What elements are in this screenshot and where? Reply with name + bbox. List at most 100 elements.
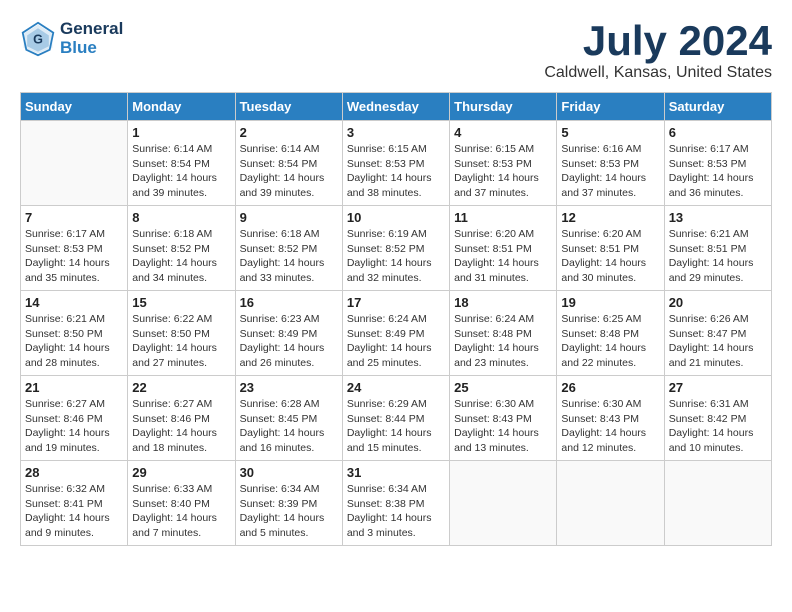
calendar-cell: 5 Sunrise: 6:16 AM Sunset: 8:53 PM Daylig…: [557, 121, 664, 206]
day-info: Sunrise: 6:14 AM Sunset: 8:54 PM Dayligh…: [132, 142, 230, 201]
weekday-header-tuesday: Tuesday: [235, 93, 342, 121]
day-number: 14: [25, 295, 123, 310]
calendar-cell: 3Sunrise: 6:15 AM Sunset: 8:53 PM Daylig…: [342, 121, 449, 206]
day-info: Sunrise: 6:34 AM Sunset: 8:39 PM Dayligh…: [240, 482, 338, 541]
calendar-cell: 18 Sunrise: 6:24 AM Sunset: 8:48 PM Dayli…: [450, 291, 557, 376]
week-row-5: 28 Sunrise: 6:32 AM Sunset: 8:41 PM Dayli…: [21, 461, 772, 546]
day-info: Sunrise: 6:33 AM Sunset: 8:40 PM Dayligh…: [132, 482, 230, 541]
day-info: Sunrise: 6:17 AM Sunset: 8:53 PM Dayligh…: [25, 227, 123, 286]
day-info: Sunrise: 6:26 AM Sunset: 8:47 PM Dayligh…: [669, 312, 767, 371]
day-info: Sunrise: 6:18 AM Sunset: 8:52 PM Dayligh…: [240, 227, 338, 286]
calendar-cell: 27 Sunrise: 6:31 AM Sunset: 8:42 PM Dayli…: [664, 376, 771, 461]
calendar-cell: 23 Sunrise: 6:28 AM Sunset: 8:45 PM Dayli…: [235, 376, 342, 461]
calendar-cell: 20Sunrise: 6:26 AM Sunset: 8:47 PM Dayli…: [664, 291, 771, 376]
logo-icon: G: [20, 21, 56, 57]
day-number: 25: [454, 380, 552, 395]
calendar-cell: 22Sunrise: 6:27 AM Sunset: 8:46 PM Dayli…: [128, 376, 235, 461]
day-info: Sunrise: 6:34 AM Sunset: 8:38 PM Dayligh…: [347, 482, 445, 541]
calendar-cell: 17 Sunrise: 6:24 AM Sunset: 8:49 PM Dayli…: [342, 291, 449, 376]
calendar-cell: 29Sunrise: 6:33 AM Sunset: 8:40 PM Dayli…: [128, 461, 235, 546]
month-title: July 2024: [544, 20, 772, 62]
day-number: 22: [132, 380, 230, 395]
calendar-cell: 1Sunrise: 6:14 AM Sunset: 8:54 PM Daylig…: [128, 121, 235, 206]
weekday-header-wednesday: Wednesday: [342, 93, 449, 121]
day-info: Sunrise: 6:24 AM Sunset: 8:49 PM Dayligh…: [347, 312, 445, 371]
calendar-cell: 12 Sunrise: 6:20 AM Sunset: 8:51 PM Dayli…: [557, 206, 664, 291]
calendar-cell: 8Sunrise: 6:18 AM Sunset: 8:52 PM Daylig…: [128, 206, 235, 291]
day-number: 2: [240, 125, 338, 140]
day-number: 12: [561, 210, 659, 225]
title-block: July 2024 Caldwell, Kansas, United State…: [544, 20, 772, 82]
day-info: Sunrise: 6:20 AM Sunset: 8:51 PM Dayligh…: [561, 227, 659, 286]
calendar-cell: 28 Sunrise: 6:32 AM Sunset: 8:41 PM Dayli…: [21, 461, 128, 546]
calendar-cell: 19 Sunrise: 6:25 AM Sunset: 8:48 PM Dayli…: [557, 291, 664, 376]
calendar-cell: 30 Sunrise: 6:34 AM Sunset: 8:39 PM Dayli…: [235, 461, 342, 546]
day-info: Sunrise: 6:32 AM Sunset: 8:41 PM Dayligh…: [25, 482, 123, 541]
weekday-header-thursday: Thursday: [450, 93, 557, 121]
week-row-2: 7 Sunrise: 6:17 AM Sunset: 8:53 PM Daylig…: [21, 206, 772, 291]
week-row-3: 14 Sunrise: 6:21 AM Sunset: 8:50 PM Dayli…: [21, 291, 772, 376]
day-info: Sunrise: 6:30 AM Sunset: 8:43 PM Dayligh…: [561, 397, 659, 456]
day-number: 16: [240, 295, 338, 310]
calendar-table: SundayMondayTuesdayWednesdayThursdayFrid…: [20, 92, 772, 546]
day-number: 27: [669, 380, 767, 395]
day-info: Sunrise: 6:25 AM Sunset: 8:48 PM Dayligh…: [561, 312, 659, 371]
day-number: 24: [347, 380, 445, 395]
weekday-header-monday: Monday: [128, 93, 235, 121]
weekday-header-sunday: Sunday: [21, 93, 128, 121]
day-number: 18: [454, 295, 552, 310]
day-info: Sunrise: 6:17 AM Sunset: 8:53 PM Dayligh…: [669, 142, 767, 201]
logo: G General Blue: [20, 20, 123, 57]
calendar-cell: 10 Sunrise: 6:19 AM Sunset: 8:52 PM Dayli…: [342, 206, 449, 291]
day-info: Sunrise: 6:22 AM Sunset: 8:50 PM Dayligh…: [132, 312, 230, 371]
day-info: Sunrise: 6:15 AM Sunset: 8:53 PM Dayligh…: [454, 142, 552, 201]
week-row-1: 1Sunrise: 6:14 AM Sunset: 8:54 PM Daylig…: [21, 121, 772, 206]
day-number: 6: [669, 125, 767, 140]
day-info: Sunrise: 6:20 AM Sunset: 8:51 PM Dayligh…: [454, 227, 552, 286]
svg-text:G: G: [33, 32, 43, 46]
day-number: 4: [454, 125, 552, 140]
day-info: Sunrise: 6:28 AM Sunset: 8:45 PM Dayligh…: [240, 397, 338, 456]
day-number: 15: [132, 295, 230, 310]
calendar-cell: 25Sunrise: 6:30 AM Sunset: 8:43 PM Dayli…: [450, 376, 557, 461]
calendar-cell: [21, 121, 128, 206]
day-number: 23: [240, 380, 338, 395]
calendar-cell: 7 Sunrise: 6:17 AM Sunset: 8:53 PM Daylig…: [21, 206, 128, 291]
calendar-cell: [557, 461, 664, 546]
calendar-cell: 4 Sunrise: 6:15 AM Sunset: 8:53 PM Daylig…: [450, 121, 557, 206]
day-number: 19: [561, 295, 659, 310]
day-info: Sunrise: 6:16 AM Sunset: 8:53 PM Dayligh…: [561, 142, 659, 201]
logo-text: General Blue: [60, 20, 123, 57]
calendar-cell: 21 Sunrise: 6:27 AM Sunset: 8:46 PM Dayli…: [21, 376, 128, 461]
page-header: G General Blue July 2024 Caldwell, Kansa…: [20, 20, 772, 82]
calendar-cell: 15 Sunrise: 6:22 AM Sunset: 8:50 PM Dayli…: [128, 291, 235, 376]
calendar-cell: 16 Sunrise: 6:23 AM Sunset: 8:49 PM Dayli…: [235, 291, 342, 376]
day-number: 26: [561, 380, 659, 395]
day-number: 30: [240, 465, 338, 480]
day-number: 28: [25, 465, 123, 480]
day-info: Sunrise: 6:21 AM Sunset: 8:51 PM Dayligh…: [669, 227, 767, 286]
day-number: 3: [347, 125, 445, 140]
calendar-cell: 26 Sunrise: 6:30 AM Sunset: 8:43 PM Dayli…: [557, 376, 664, 461]
day-number: 13: [669, 210, 767, 225]
day-number: 17: [347, 295, 445, 310]
weekday-header-row: SundayMondayTuesdayWednesdayThursdayFrid…: [21, 93, 772, 121]
day-info: Sunrise: 6:19 AM Sunset: 8:52 PM Dayligh…: [347, 227, 445, 286]
day-info: Sunrise: 6:31 AM Sunset: 8:42 PM Dayligh…: [669, 397, 767, 456]
day-info: Sunrise: 6:24 AM Sunset: 8:48 PM Dayligh…: [454, 312, 552, 371]
day-info: Sunrise: 6:21 AM Sunset: 8:50 PM Dayligh…: [25, 312, 123, 371]
day-number: 9: [240, 210, 338, 225]
day-info: Sunrise: 6:27 AM Sunset: 8:46 PM Dayligh…: [25, 397, 123, 456]
calendar-cell: 9 Sunrise: 6:18 AM Sunset: 8:52 PM Daylig…: [235, 206, 342, 291]
calendar-cell: 13 Sunrise: 6:21 AM Sunset: 8:51 PM Dayli…: [664, 206, 771, 291]
calendar-cell: [664, 461, 771, 546]
day-number: 5: [561, 125, 659, 140]
calendar-cell: 31 Sunrise: 6:34 AM Sunset: 8:38 PM Dayli…: [342, 461, 449, 546]
calendar-cell: [450, 461, 557, 546]
day-number: 7: [25, 210, 123, 225]
day-number: 31: [347, 465, 445, 480]
day-number: 21: [25, 380, 123, 395]
calendar-cell: 24Sunrise: 6:29 AM Sunset: 8:44 PM Dayli…: [342, 376, 449, 461]
day-info: Sunrise: 6:23 AM Sunset: 8:49 PM Dayligh…: [240, 312, 338, 371]
day-number: 10: [347, 210, 445, 225]
